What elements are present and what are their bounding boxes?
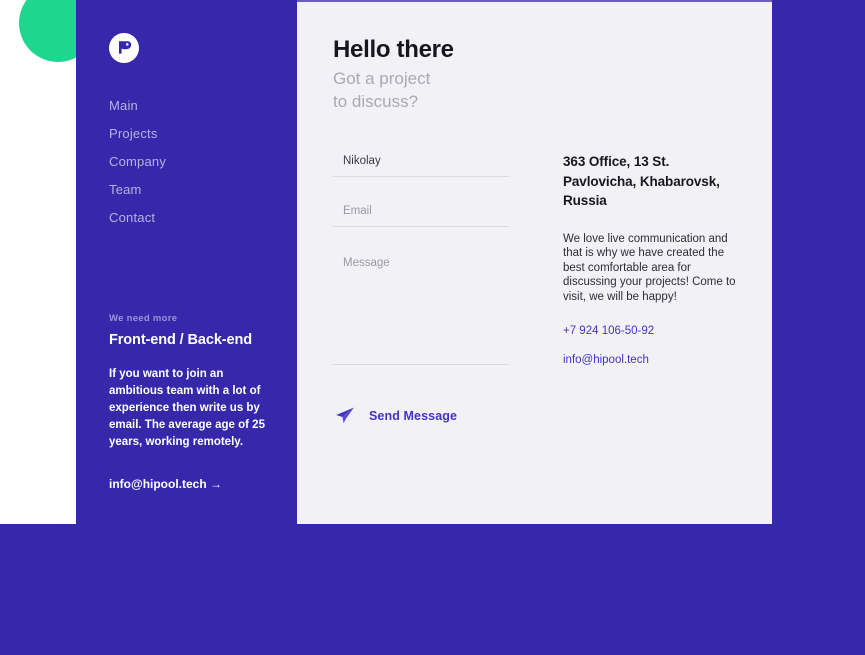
office-info: 363 Office, 13 St. Pavlovicha, Khabarovs… [563,152,743,366]
office-description: We love live communication and that is w… [563,232,736,303]
paper-plane-icon [335,406,355,426]
message-field-wrapper [333,245,509,365]
email-field-wrapper [333,195,509,227]
promo-title: Front-end / Back-end [109,332,253,348]
page-root: Main Projects Company Team Contact We ne… [0,0,865,655]
sidebar-item-company[interactable]: Company [109,148,279,176]
sidebar-item-main[interactable]: Main [109,92,279,120]
promo-email-link[interactable]: info@hipool.tech → [109,477,274,491]
page-title: Hello there [333,36,454,63]
promo-text: If you want to join an ambitious team wi… [109,368,265,448]
name-input[interactable] [333,145,509,177]
sidebar-nav: Main Projects Company Team Contact [109,92,279,232]
contact-form [333,145,509,365]
promo-eyebrow: We need more [109,313,178,324]
background-bottom-band [0,524,865,655]
page-header: Hello there Got a project to discuss? [333,36,454,113]
message-textarea[interactable] [333,245,509,365]
page-subtitle: Got a project to discuss? [333,67,454,113]
hipool-logo-icon[interactable] [109,33,139,63]
background-right-band [772,0,865,524]
hiring-promo: We need more Front-end / Back-end If you… [109,313,274,491]
sidebar: Main Projects Company Team Contact We ne… [76,0,297,524]
send-message-label: Send Message [369,409,458,423]
sidebar-item-projects[interactable]: Projects [109,120,279,148]
page-subtitle-line-2: to discuss? [333,92,419,111]
send-message-button[interactable]: Send Message [333,400,459,432]
office-phone-link[interactable]: +7 924 106-50-92 [563,325,743,337]
email-input[interactable] [333,195,509,227]
sidebar-item-contact[interactable]: Contact [109,204,279,232]
contact-panel: Hello there Got a project to discuss? Ni… [297,0,772,524]
office-email-link[interactable]: info@hipool.tech [563,354,743,366]
sidebar-item-team[interactable]: Team [109,176,279,204]
name-field-wrapper [333,145,509,177]
page-subtitle-line-1: Got a project [333,69,431,88]
office-address: 363 Office, 13 St. Pavlovicha, Khabarovs… [563,154,720,208]
